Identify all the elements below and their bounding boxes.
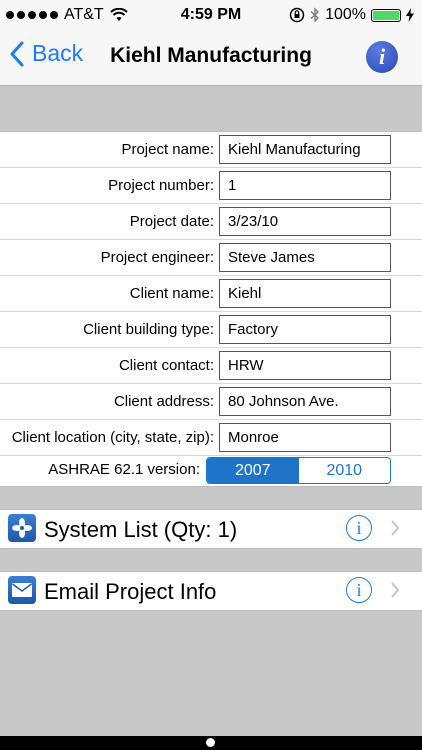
client-building-type-row: Client building type: Factory (0, 312, 422, 348)
bluetooth-icon (310, 7, 320, 23)
email-project-info-title: Email Project Info (44, 579, 217, 604)
project-date-field[interactable]: 3/23/10 (219, 207, 391, 236)
client-address-row: Client address: 80 Johnson Ave. (0, 384, 422, 420)
ashrae-2007-segment[interactable]: 2007 (207, 458, 299, 483)
project-number-row: Project number: 1 (0, 168, 422, 204)
client-building-type-label: Client building type: (83, 321, 214, 338)
project-engineer-label: Project engineer: (100, 249, 214, 266)
client-address-field[interactable]: 80 Johnson Ave. (219, 387, 391, 416)
client-contact-field[interactable]: HRW (219, 351, 391, 380)
project-name-label: Project name: (121, 141, 214, 158)
system-list-info-icon[interactable]: i (346, 515, 372, 541)
section-spacer (0, 548, 422, 572)
chevron-right-icon (391, 582, 400, 598)
client-name-field[interactable]: Kiehl (219, 279, 391, 308)
client-location-label: Client location (city, state, zip): (11, 429, 214, 446)
ashrae-version-label: ASHRAE 62.1 version: (48, 461, 200, 478)
project-date-row: Project date: 3/23/10 (0, 204, 422, 240)
client-address-label: Client address: (113, 393, 214, 410)
info-button[interactable]: i (366, 41, 398, 73)
system-list-title: System List (Qty: 1) (44, 517, 238, 542)
section-spacer (0, 486, 422, 510)
project-number-field[interactable]: 1 (219, 171, 391, 200)
client-contact-row: Client contact: HRW (0, 348, 422, 384)
email-info-icon[interactable]: i (346, 577, 372, 603)
project-name-field[interactable]: Kiehl Manufacturing (219, 135, 391, 164)
ashrae-version-segmented-control[interactable]: 2007 2010 (206, 457, 391, 484)
status-bar: AT&T 4:59 PM 100% (0, 0, 422, 30)
client-contact-label: Client contact: (118, 357, 214, 374)
battery-percent: 100% (325, 6, 366, 23)
project-form: Project name: Kiehl Manufacturing Projec… (0, 132, 422, 486)
fan-icon (8, 514, 36, 542)
battery-icon (371, 8, 401, 22)
project-name-row: Project name: Kiehl Manufacturing (0, 132, 422, 168)
client-location-row: Client location (city, state, zip): Monr… (0, 420, 422, 456)
page-title: Kiehl Manufacturing (110, 44, 312, 67)
project-engineer-field[interactable]: Steve James (219, 243, 391, 272)
ashrae-version-row: ASHRAE 62.1 version: 2007 2010 (0, 454, 422, 486)
page-indicator-dot (206, 738, 215, 747)
charging-icon (406, 8, 414, 22)
client-building-type-field[interactable]: Factory (219, 315, 391, 344)
project-number-label: Project number: (108, 177, 214, 194)
background-area (0, 610, 422, 736)
client-name-row: Client name: Kiehl (0, 276, 422, 312)
section-spacer (0, 86, 422, 132)
navigation-bar: Back Kiehl Manufacturing i (0, 30, 422, 86)
client-name-label: Client name: (129, 285, 214, 302)
chevron-right-icon (391, 520, 400, 536)
ashrae-2010-segment[interactable]: 2010 (298, 458, 390, 483)
orientation-lock-icon (289, 7, 305, 23)
email-project-info-cell[interactable]: Email Project Info i (0, 572, 422, 610)
envelope-icon (8, 576, 36, 604)
project-engineer-row: Project engineer: Steve James (0, 240, 422, 276)
system-list-cell[interactable]: System List (Qty: 1) i (0, 510, 422, 548)
screen: AT&T 4:59 PM 100% Back Kiehl Manufacturi… (0, 0, 422, 750)
project-date-label: Project date: (129, 213, 214, 230)
client-location-field[interactable]: Monroe (219, 423, 391, 452)
